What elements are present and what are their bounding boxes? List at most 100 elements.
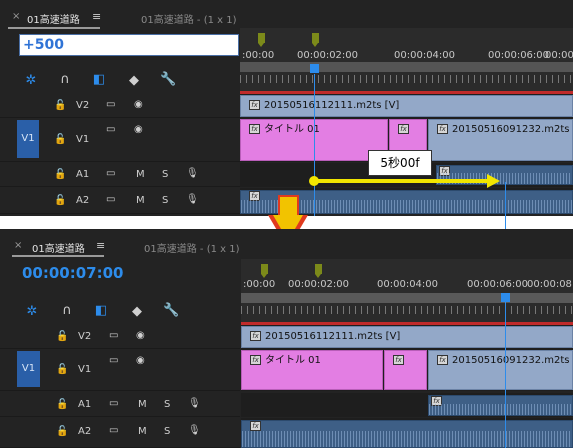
mic-icon[interactable]: 🎙 xyxy=(186,168,199,179)
ruler-label-2: 00:00:04:00 xyxy=(394,50,456,61)
tab-close-button[interactable]: × xyxy=(14,240,22,251)
tab-sequence-active[interactable]: 01高速道路 xyxy=(32,240,85,255)
lock-icon[interactable]: 🔓 xyxy=(54,169,66,180)
lock-icon[interactable]: 🔓 xyxy=(54,100,66,111)
add-marker-icon[interactable]: ◆ xyxy=(130,304,144,319)
source-patch-v1[interactable]: V1 xyxy=(17,351,40,387)
duration-callout: 5秒00f xyxy=(368,150,432,176)
down-arrow-icon xyxy=(278,195,299,217)
clip-title-02[interactable]: fx xyxy=(384,350,427,390)
panel-menu-icon[interactable]: ≡ xyxy=(92,10,101,23)
ruler-label-4: 00:00:08:0 xyxy=(545,50,573,61)
track-name-a2: A2 xyxy=(78,426,92,437)
clip-title-01[interactable]: fx タイトル 01 xyxy=(241,350,383,390)
source-patch-v1[interactable]: V1 xyxy=(17,120,39,158)
track-header-v2: 🔓 V2 ▭ ◉ xyxy=(0,94,240,118)
lock-icon[interactable]: 🔓 xyxy=(54,195,66,206)
eye-icon[interactable]: ◉ xyxy=(136,355,145,366)
playhead-head[interactable] xyxy=(310,64,319,73)
tab-sequence-inactive[interactable]: 01高速道路 - (1 x 1) xyxy=(144,240,240,255)
track-header-v2: 🔓 V2 ▭ ◉ xyxy=(0,325,240,349)
solo-button[interactable]: S xyxy=(162,195,168,206)
arrow-head-icon xyxy=(487,174,500,188)
mute-button[interactable]: M xyxy=(138,426,147,437)
marker-2[interactable] xyxy=(312,33,319,47)
ruler-label-1: 00:00:02:00 xyxy=(288,279,350,290)
snap-icon[interactable]: ✲ xyxy=(25,304,39,319)
clip-v2[interactable]: fx 20150516112111.m2ts [V] xyxy=(240,95,573,117)
tab-close-button[interactable]: × xyxy=(12,11,20,22)
solo-button[interactable]: S xyxy=(162,169,168,180)
eye-icon[interactable]: ◉ xyxy=(134,99,143,110)
linked-selection-icon[interactable]: ◧ xyxy=(92,72,106,87)
film-icon[interactable]: ▭ xyxy=(106,99,115,110)
wrench-icon[interactable]: 🔧 xyxy=(163,303,179,318)
marker-1[interactable] xyxy=(258,33,265,47)
add-marker-icon[interactable]: ◆ xyxy=(127,73,141,88)
clip-v2[interactable]: fx 20150516112111.m2ts [V] xyxy=(241,326,573,348)
track-header-v1: V1 🔓 V1 ▭ ◉ xyxy=(0,118,240,162)
clip-v1-end[interactable]: fx 20150516091232.m2ts [V] xyxy=(428,350,573,390)
track-a1: 🔓 A1 ▭ M S 🎙 fx xyxy=(0,393,573,417)
mic-icon[interactable]: 🎙 xyxy=(186,194,199,205)
magnet-icon[interactable]: ∩ xyxy=(58,72,72,87)
fx-badge: fx xyxy=(398,124,409,134)
ruler-label-0: :00:00 xyxy=(243,279,276,290)
playhead-timecode[interactable]: 00:00:07:00 xyxy=(22,264,124,282)
mute-button[interactable]: M xyxy=(136,169,145,180)
work-area-bar[interactable] xyxy=(241,293,573,303)
track-header-a2: 🔓 A2 ▭ M S 🎙 xyxy=(0,188,240,214)
film-icon[interactable]: ▭ xyxy=(109,398,118,409)
film-icon[interactable]: ▭ xyxy=(109,425,118,436)
film-icon[interactable]: ▭ xyxy=(106,124,115,135)
fx-badge: fx xyxy=(437,355,448,365)
marker-1[interactable] xyxy=(261,264,268,278)
film-icon[interactable]: ▭ xyxy=(106,168,115,179)
track-name-a1: A1 xyxy=(78,399,92,410)
track-name-a1: A1 xyxy=(76,169,90,180)
ruler-label-2: 00:00:04:00 xyxy=(377,279,439,290)
film-icon[interactable]: ▭ xyxy=(106,194,115,205)
track-v2: 🔓 V2 ▭ ◉ fx 20150516112111.m2ts [V] xyxy=(0,325,573,349)
eye-icon[interactable]: ◉ xyxy=(134,124,143,135)
lock-icon[interactable]: 🔓 xyxy=(56,426,68,437)
film-icon[interactable]: ▭ xyxy=(109,330,118,341)
film-icon[interactable]: ▭ xyxy=(109,355,118,366)
clip-v1-end[interactable]: fx 20150516091232.m2ts [V] xyxy=(428,119,573,161)
snap-icon[interactable]: ✲ xyxy=(24,73,38,88)
track-header-a2: 🔓 A2 ▭ M S 🎙 xyxy=(0,418,240,448)
lock-icon[interactable]: 🔓 xyxy=(56,331,68,342)
clip-a2[interactable]: fx xyxy=(241,420,573,448)
work-area-bar[interactable] xyxy=(240,62,573,72)
solo-button[interactable]: S xyxy=(164,399,170,410)
arrow-line xyxy=(318,179,488,183)
mic-icon[interactable]: 🎙 xyxy=(188,398,201,409)
timeline-panel-before: × 01高速道路 ≡ 01高速道路 - (1 x 1) +500 ✲ ∩ ◧ ◆… xyxy=(0,0,573,216)
mute-button[interactable]: M xyxy=(136,195,145,206)
track-name-a2: A2 xyxy=(76,195,90,206)
lock-icon[interactable]: 🔓 xyxy=(56,399,68,410)
track-v2: 🔓 V2 ▭ ◉ fx 20150516112111.m2ts [V] xyxy=(0,94,573,118)
mic-icon[interactable]: 🎙 xyxy=(188,425,201,436)
wrench-icon[interactable]: 🔧 xyxy=(160,72,176,87)
magnet-icon[interactable]: ∩ xyxy=(60,303,74,318)
panel-menu-icon[interactable]: ≡ xyxy=(96,239,105,252)
linked-selection-icon[interactable]: ◧ xyxy=(94,303,108,318)
clip-a1[interactable]: fx xyxy=(428,395,573,416)
lane-v2: fx 20150516112111.m2ts [V] xyxy=(241,325,573,349)
tab-sequence-inactive[interactable]: 01高速道路 - (1 x 1) xyxy=(141,11,237,26)
track-name-v2: V2 xyxy=(76,100,90,111)
tab-sequence-active[interactable]: 01高速道路 xyxy=(27,11,80,26)
mute-button[interactable]: M xyxy=(138,399,147,410)
eye-icon[interactable]: ◉ xyxy=(136,330,145,341)
time-ruler[interactable]: :00:00 00:00:02:00 00:00:04:00 00:00:06:… xyxy=(241,259,573,325)
tab-underline xyxy=(8,27,100,29)
lock-icon[interactable]: 🔓 xyxy=(56,364,68,375)
marker-2[interactable] xyxy=(315,264,322,278)
clip-v2-label: 20150516112111.m2ts [V] xyxy=(265,331,401,342)
time-ruler[interactable]: :00:00 00:00:02:00 00:00:04:00 00:00:06:… xyxy=(240,28,573,94)
lock-icon[interactable]: 🔓 xyxy=(54,134,66,145)
track-v1: V1 🔓 V1 ▭ ◉ fx タイトル 01 fx fx 2015051609123… xyxy=(0,349,573,391)
timecode-input[interactable]: +500 xyxy=(19,34,239,56)
solo-button[interactable]: S xyxy=(164,426,170,437)
